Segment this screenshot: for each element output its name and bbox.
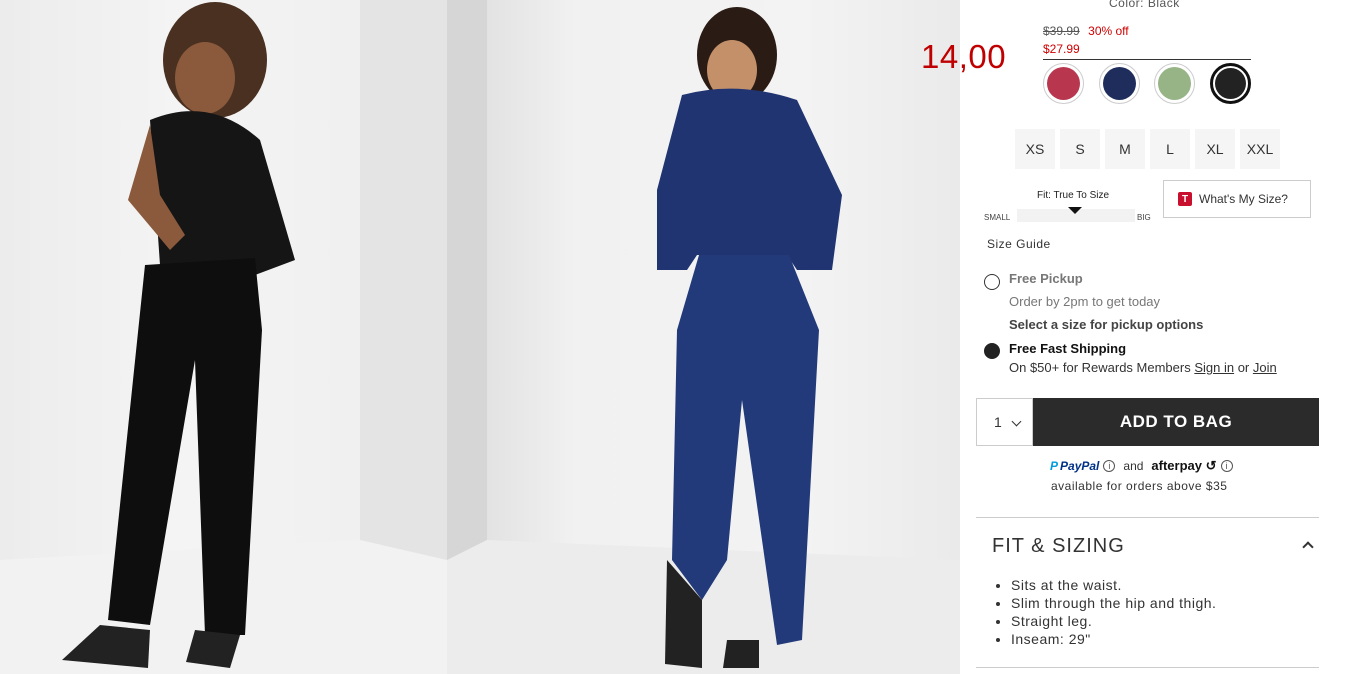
discount-badge: 30% off [1088, 24, 1129, 38]
list-item: Sits at the waist. [1011, 576, 1216, 594]
fit-title: Fit: True To Size [1037, 190, 1110, 201]
list-item: Slim through the hip and thigh. [1011, 594, 1216, 612]
paypal-label: PayPal [1060, 459, 1100, 473]
and-text: and [1123, 459, 1144, 473]
fit-sizing-list: Sits at the waist. Slim through the hip … [1011, 576, 1216, 648]
paypal-logo: P PayPal [1050, 459, 1099, 473]
product-photo-black[interactable] [0, 0, 447, 674]
size-guide-link[interactable]: Size Guide [987, 237, 1051, 251]
paypal-p-icon: P [1050, 459, 1059, 473]
shipping-title: Free Fast Shipping [1009, 341, 1127, 356]
swatch-navy[interactable] [1099, 63, 1140, 104]
pickup-title: Free Pickup [1009, 271, 1083, 286]
true-fit-icon: T [1178, 192, 1192, 206]
chevron-down-icon [1011, 416, 1022, 427]
payment-note: available for orders above $35 [1051, 479, 1228, 493]
whats-my-size-button[interactable]: T What's My Size? [1163, 180, 1311, 218]
color-label: Color: Black [1109, 0, 1180, 10]
join-link[interactable]: Join [1253, 360, 1277, 375]
size-m-button[interactable]: M [1105, 129, 1145, 169]
afterpay-info-icon[interactable]: i [1220, 460, 1233, 472]
shipping-subtitle: On $50+ for Rewards Members Sign in or J… [1009, 360, 1277, 375]
pickup-note: Select a size for pickup options [1009, 317, 1204, 332]
product-details-panel: Color: Black $39.99 30% off $27.99 XS S … [960, 0, 1347, 674]
chevron-up-icon[interactable] [1302, 541, 1314, 553]
shipping-radio[interactable] [984, 343, 1000, 359]
size-xs-button[interactable]: XS [1015, 129, 1055, 169]
swatch-green[interactable] [1154, 63, 1195, 104]
model-navy-illustration [447, 0, 960, 674]
afterpay-label: afterpay [1151, 458, 1202, 473]
quantity-value: 1 [994, 414, 1002, 430]
list-item: Straight leg. [1011, 612, 1216, 630]
product-photo-navy[interactable] [447, 0, 960, 674]
pickup-radio[interactable] [984, 274, 1000, 290]
swatch-red[interactable] [1043, 63, 1084, 104]
section-divider [976, 517, 1319, 518]
whats-my-size-label: What's My Size? [1199, 192, 1288, 206]
fit-sizing-title[interactable]: FIT & SIZING [992, 535, 1125, 558]
shipping-subtitle-text: On $50+ for Rewards Members [1009, 360, 1195, 375]
price-block: $39.99 30% off $27.99 [1043, 22, 1251, 60]
sale-price: $27.99 [1043, 42, 1080, 56]
product-page: 14,00 Color: Black $39.99 30% off $27.99… [0, 0, 1347, 674]
pickup-subtitle: Order by 2pm to get today [1009, 294, 1161, 309]
quantity-select[interactable]: 1 [976, 398, 1033, 446]
size-l-button[interactable]: L [1150, 129, 1190, 169]
list-item: Inseam: 29" [1011, 630, 1216, 648]
swatch-black[interactable] [1210, 63, 1251, 104]
or-text: or [1234, 360, 1253, 375]
payment-options: P PayPal i and afterpay ↺ i [1050, 458, 1310, 474]
fit-indicator-icon [1068, 207, 1082, 214]
section-divider [976, 667, 1319, 668]
size-xl-button[interactable]: XL [1195, 129, 1235, 169]
fit-small-label: SMALL [984, 213, 1011, 222]
add-to-bag-button[interactable]: ADD TO BAG [1033, 398, 1319, 446]
size-xxl-button[interactable]: XXL [1240, 129, 1280, 169]
fit-big-label: BIG [1137, 213, 1151, 222]
afterpay-logo: afterpay ↺ [1151, 458, 1217, 473]
sign-in-link[interactable]: Sign in [1194, 360, 1234, 375]
model-black-illustration [0, 0, 447, 674]
size-s-button[interactable]: S [1060, 129, 1100, 169]
original-price: $39.99 [1043, 24, 1080, 38]
paypal-info-icon[interactable]: i [1103, 460, 1116, 472]
